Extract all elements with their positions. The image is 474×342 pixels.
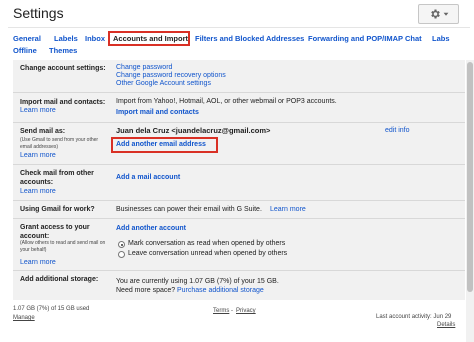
- storage-usage-footer: 1.07 GB (7%) of 15 GB used: [13, 306, 90, 312]
- gear-icon: [430, 9, 440, 19]
- row-divider: [13, 200, 465, 201]
- settings-tabs: General Labels Inbox Accounts and Import…: [0, 30, 474, 58]
- last-activity-text: Last account activity: Jun 29: [376, 314, 452, 320]
- tab-filters-and-blocked-addresses[interactable]: Filters and Blocked Addresses: [195, 34, 304, 43]
- activity-details-link[interactable]: Details: [437, 322, 455, 329]
- check-mail-label: Check mail from other accounts:: [20, 170, 94, 186]
- edit-info-link[interactable]: edit info: [385, 126, 410, 135]
- add-another-account-link[interactable]: Add another account: [116, 224, 186, 233]
- tab-general[interactable]: General: [13, 34, 41, 43]
- leave-unread-option: Leave conversation unread when opened by…: [128, 250, 288, 257]
- grant-learn-more-link[interactable]: Learn more: [20, 258, 56, 267]
- send-as-address: Juan dela Cruz <juandelacruz@gmail.com>: [116, 126, 271, 135]
- import-description: Import from Yahoo!, Hotmail, AOL, or oth…: [116, 98, 337, 105]
- privacy-link[interactable]: Privacy: [236, 308, 256, 315]
- manage-storage-link[interactable]: Manage: [13, 315, 35, 322]
- tab-labels[interactable]: Labels: [54, 34, 78, 43]
- need-more-space-text: Need more space?: [116, 287, 176, 294]
- row-divider: [13, 164, 465, 165]
- grant-access-label: Grant access to your account:: [20, 224, 90, 240]
- row-divider: [13, 122, 465, 123]
- send-as-hint: (Use Gmail to send from your other email…: [20, 137, 99, 150]
- row-divider: [13, 92, 465, 93]
- page-title: Settings: [13, 5, 64, 21]
- send-as-learn-more-link[interactable]: Learn more: [20, 151, 56, 160]
- add-email-highlight: [111, 137, 218, 153]
- tab-offline[interactable]: Offline: [13, 46, 37, 55]
- work-learn-more-link[interactable]: Learn more: [270, 205, 306, 214]
- terms-link[interactable]: Terms: [213, 308, 229, 315]
- mark-read-option: Mark conversation as read when opened by…: [128, 240, 286, 247]
- footer-separator: -: [231, 308, 233, 314]
- tab-themes[interactable]: Themes: [49, 46, 77, 55]
- chevron-down-icon: [443, 12, 448, 16]
- tab-chat[interactable]: Chat: [405, 34, 422, 43]
- row-divider: [13, 270, 465, 271]
- header-divider: [8, 27, 470, 28]
- settings-panel: Change account settings: Change password…: [13, 60, 465, 300]
- mark-read-radio[interactable]: [118, 241, 125, 248]
- import-mail-link[interactable]: Import mail and contacts: [116, 108, 199, 117]
- check-mail-learn-more-link[interactable]: Learn more: [20, 187, 56, 196]
- send-as-label: Send mail as:: [20, 128, 66, 135]
- storage-usage-text: You are currently using 1.07 GB (7%) of …: [116, 278, 279, 285]
- row-divider: [13, 218, 465, 219]
- tab-forwarding-and-pop-imap[interactable]: Forwarding and POP/IMAP: [308, 34, 403, 43]
- active-tab-highlight: [108, 31, 190, 46]
- purchase-storage-link[interactable]: Purchase additional storage: [177, 286, 264, 295]
- scrollbar-thumb[interactable]: [467, 62, 473, 292]
- leave-unread-radio[interactable]: [118, 251, 125, 258]
- header: Settings: [0, 0, 474, 28]
- work-label: Using Gmail for work?: [20, 206, 95, 213]
- change-account-label: Change account settings:: [20, 65, 106, 72]
- settings-gear-button[interactable]: [418, 4, 459, 24]
- add-mail-account-link[interactable]: Add a mail account: [116, 173, 180, 182]
- tab-inbox[interactable]: Inbox: [85, 34, 105, 43]
- grant-access-hint: (Allow others to read and send mail on y…: [20, 240, 106, 253]
- work-description: Businesses can power their email with G …: [116, 206, 262, 213]
- other-google-settings-link[interactable]: Other Google Account settings: [116, 79, 211, 88]
- tab-labs[interactable]: Labs: [432, 34, 450, 43]
- import-learn-more-link[interactable]: Learn more: [20, 106, 56, 115]
- storage-label: Add additional storage:: [20, 276, 99, 283]
